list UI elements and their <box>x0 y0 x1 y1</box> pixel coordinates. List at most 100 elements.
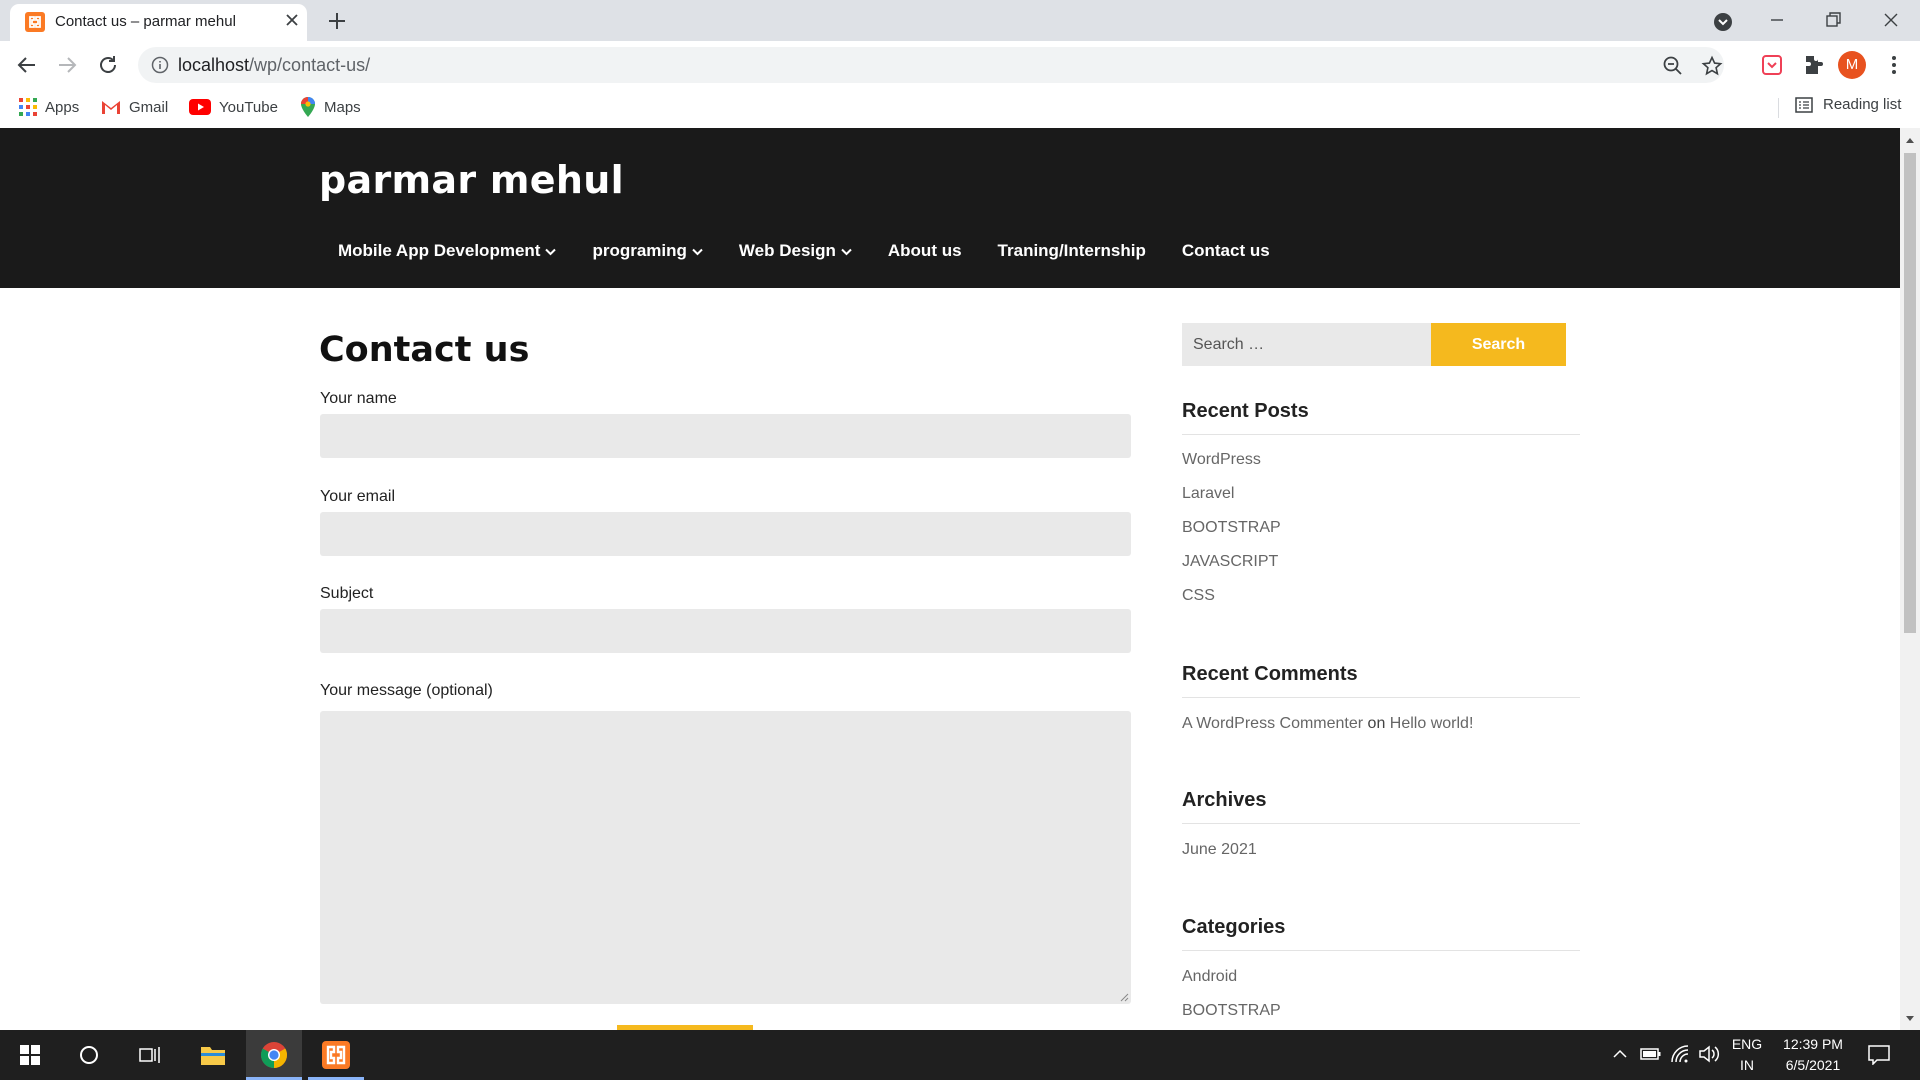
bookmark-youtube[interactable]: YouTube <box>189 96 278 118</box>
start-button[interactable] <box>2 1030 58 1080</box>
search-input[interactable]: Search … <box>1182 323 1431 366</box>
browser-tab[interactable]: Contact us – parmar mehul <box>10 4 307 41</box>
bookmark-label: Apps <box>45 98 80 116</box>
extensions-puzzle-icon[interactable] <box>1801 53 1825 77</box>
nav-item-programing[interactable]: programing <box>574 241 720 261</box>
chrome-taskbar-button[interactable] <box>246 1030 302 1080</box>
forward-arrow-icon[interactable] <box>55 53 79 77</box>
bookmark-apps[interactable]: Apps <box>19 96 79 118</box>
close-tab-icon[interactable] <box>282 10 302 30</box>
message-label: Your message (optional) <box>320 682 493 699</box>
volume-icon[interactable] <box>1698 1045 1720 1063</box>
archive-link[interactable]: June 2021 <box>1182 841 1257 859</box>
subject-field[interactable] <box>320 609 1131 653</box>
input-language-indicator[interactable]: ENG IN <box>1726 1034 1768 1076</box>
bookmarks-bar: Apps Gmail YouTube Maps Reading list <box>0 88 1920 128</box>
reading-list-button[interactable]: Reading list <box>1795 96 1901 113</box>
gmail-icon <box>102 101 120 114</box>
nav-item-label: Web Design <box>738 241 836 260</box>
page-viewport: parmar mehul Mobile App Development prog… <box>0 128 1900 1030</box>
category-link[interactable]: BOOTSTRAP <box>1182 1002 1281 1020</box>
page-scrollbar[interactable] <box>1900 128 1920 1030</box>
main-content: Contact us Your name Your email Subject … <box>0 288 1900 1030</box>
bookmark-maps[interactable]: Maps <box>300 96 361 118</box>
archives-title: Archives <box>1182 789 1267 811</box>
page-title: Contact us <box>319 330 530 370</box>
category-link[interactable]: Android <box>1182 968 1237 986</box>
nav-item-label: programing <box>592 241 687 260</box>
windows-logo-icon <box>20 1045 40 1065</box>
nav-item-about-us[interactable]: About us <box>870 241 980 261</box>
clock[interactable]: 12:39 PM 6/5/2021 <box>1773 1034 1853 1076</box>
comment-author-link[interactable]: A WordPress Commenter <box>1182 715 1363 732</box>
recent-post-link[interactable]: WordPress <box>1182 451 1261 469</box>
show-hidden-icons-chevron-icon[interactable] <box>1612 1049 1628 1059</box>
scrollbar-thumb[interactable] <box>1904 153 1916 633</box>
recent-comment: A WordPress Commenter on Hello world! <box>1182 715 1473 733</box>
xampp-taskbar-button[interactable] <box>308 1030 364 1080</box>
widget-divider <box>1182 434 1580 435</box>
scroll-up-arrow-icon[interactable] <box>1905 136 1915 144</box>
resize-grip-icon[interactable] <box>1119 992 1129 1002</box>
notifications-icon[interactable] <box>1868 1045 1890 1065</box>
recent-post-link[interactable]: CSS <box>1182 587 1215 605</box>
nav-item-mobile-app-development[interactable]: Mobile App Development <box>320 241 574 261</box>
recent-posts-title: Recent Posts <box>1182 400 1309 422</box>
clock-time: 12:39 PM <box>1783 1036 1843 1052</box>
widget-divider <box>1182 823 1580 824</box>
pocket-extension-icon[interactable] <box>1760 53 1784 77</box>
chrome-logo-icon <box>260 1042 288 1069</box>
browser-toolbar: localhost/wp/contact-us/ M <box>0 41 1920 88</box>
nav-item-traning-internship[interactable]: Traning/Internship <box>980 241 1164 261</box>
widget-divider <box>1182 697 1580 698</box>
nav-item-label: About us <box>887 241 962 260</box>
message-textarea[interactable] <box>320 711 1131 1004</box>
name-label: Your name <box>320 390 397 407</box>
url-host: localhost <box>178 55 250 75</box>
recent-post-link[interactable]: BOOTSTRAP <box>1182 519 1281 537</box>
folder-icon <box>201 1047 225 1065</box>
close-window-icon[interactable] <box>1878 8 1904 32</box>
nav-item-contact-us[interactable]: Contact us <box>1164 241 1288 261</box>
zoom-icon[interactable] <box>1662 55 1684 77</box>
profile-avatar[interactable]: M <box>1838 51 1866 79</box>
name-field[interactable] <box>320 414 1131 458</box>
chrome-menu-icon[interactable] <box>1882 53 1906 77</box>
comment-post-link[interactable]: Hello world! <box>1390 715 1474 732</box>
bookmark-star-icon[interactable] <box>1701 55 1723 77</box>
chevron-down-icon <box>692 248 703 256</box>
scroll-down-arrow-icon[interactable] <box>1905 1015 1915 1023</box>
region-code: IN <box>1740 1057 1754 1073</box>
file-explorer-button[interactable] <box>185 1030 241 1080</box>
minimize-icon[interactable] <box>1764 8 1790 32</box>
url-text: localhost/wp/contact-us/ <box>178 55 370 76</box>
bookmark-label: Maps <box>324 98 361 116</box>
email-field[interactable] <box>320 512 1131 556</box>
task-view-button[interactable] <box>122 1030 178 1080</box>
url-path: /wp/contact-us/ <box>249 55 371 75</box>
maps-pin-icon <box>301 97 315 117</box>
back-arrow-icon[interactable] <box>15 53 39 77</box>
site-info-icon[interactable] <box>151 56 169 74</box>
wifi-icon[interactable] <box>1670 1044 1690 1064</box>
search-button[interactable]: Search <box>1431 323 1566 366</box>
battery-icon[interactable] <box>1640 1046 1662 1062</box>
comment-on-text: on <box>1367 715 1386 732</box>
bookmark-label: Gmail <box>129 98 169 116</box>
recent-post-link[interactable]: Laravel <box>1182 485 1234 503</box>
nav-item-web-design[interactable]: Web Design <box>721 241 870 261</box>
restore-icon[interactable] <box>1820 8 1846 32</box>
cortana-circle-icon <box>80 1046 98 1064</box>
address-bar[interactable]: localhost/wp/contact-us/ <box>138 47 1724 83</box>
reading-list-label: Reading list <box>1823 96 1902 113</box>
bookmark-gmail[interactable]: Gmail <box>101 96 168 118</box>
cortana-search-button[interactable] <box>61 1030 117 1080</box>
new-tab-plus-icon[interactable] <box>326 10 348 32</box>
nav-item-label: Traning/Internship <box>997 241 1146 260</box>
site-title[interactable]: parmar mehul <box>319 158 624 202</box>
primary-navigation: Mobile App Development programing Web De… <box>320 241 1288 261</box>
recent-post-link[interactable]: JAVASCRIPT <box>1182 553 1278 571</box>
tab-search-icon[interactable] <box>1710 10 1736 34</box>
apps-grid-icon <box>19 98 37 116</box>
reload-icon[interactable] <box>96 53 120 77</box>
